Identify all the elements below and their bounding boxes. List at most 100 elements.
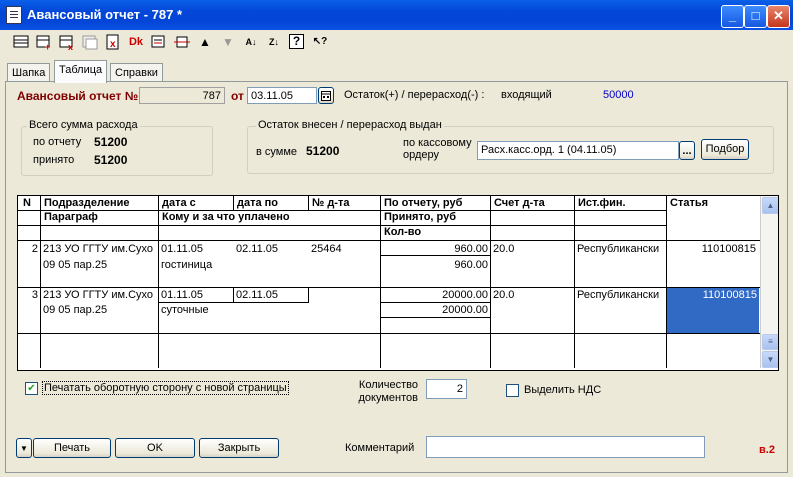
row-article[interactable]: 110100815 (667, 243, 758, 255)
row-paragraph[interactable]: 09 05 пар.25 (41, 304, 158, 316)
row-accepted[interactable]: 20000.00 (381, 304, 490, 316)
pointer-help-icon[interactable]: ↖? (312, 34, 328, 50)
row-doc-no[interactable]: 25464 (309, 243, 380, 255)
row-source[interactable]: Республикански (575, 243, 666, 255)
arrow-down-icon[interactable]: ▼ (220, 34, 236, 50)
tab-references[interactable]: Справки (110, 63, 163, 82)
sort-desc-icon[interactable]: Z↓ (266, 34, 282, 50)
version-label: в.2 (759, 444, 775, 456)
close-button[interactable]: ✕ (767, 5, 790, 28)
print-back-label[interactable]: Печатать оборотную сторону с новой стран… (42, 381, 289, 395)
header-account: Счет д-та (494, 197, 545, 209)
vat-checkbox[interactable] (506, 384, 519, 397)
print-back-checkbox[interactable]: ✔ (25, 382, 38, 395)
cash-order-field[interactable]: Расх.касс.орд. 1 (04.11.05) (477, 141, 679, 160)
order-label: по кассовому ордеру (403, 137, 472, 161)
totals-title: Всего сумма расхода (27, 119, 140, 131)
row-account[interactable]: 20.0 (491, 243, 574, 255)
svg-text:x: x (110, 39, 116, 50)
header-paragraph: Параграф (44, 211, 98, 223)
copy-row-icon[interactable] (82, 34, 98, 50)
new-row-icon[interactable] (13, 34, 29, 50)
close-form-button[interactable]: Закрыть (199, 438, 279, 458)
scroll-thumb[interactable]: ≡ (762, 334, 778, 350)
delete-row-icon[interactable]: x (59, 34, 75, 52)
settings-row-icon[interactable] (174, 34, 190, 50)
edit-row-icon[interactable] (151, 34, 167, 50)
row-number: 3 (31, 289, 38, 301)
row-whom[interactable]: суточные (159, 304, 380, 316)
minimize-button[interactable]: _ (721, 5, 744, 28)
header-qty: Кол-во (384, 226, 422, 238)
row-by-report[interactable]: 20000.00 (381, 289, 490, 301)
row-date-to[interactable]: 02.11.05 (234, 243, 308, 255)
header-source: Ист.фин. (578, 197, 626, 209)
row-date-to[interactable]: 02.11.05 (234, 289, 308, 301)
window-title: Авансовый отчет - 787 * (27, 7, 183, 22)
row-by-report[interactable]: 960.00 (381, 243, 490, 255)
docs-count-field[interactable]: 2 (426, 379, 467, 399)
print-button[interactable]: Печать (33, 438, 111, 458)
dk-icon[interactable]: Dk (128, 34, 144, 50)
row-accepted[interactable]: 960.00 (381, 259, 490, 271)
toolbar: + x x Dk ▲ ▼ A↓ Z↓ ? ↖? (4, 32, 404, 54)
cash-order-browse-button[interactable]: ... (679, 141, 695, 160)
chevron-down-icon: ▼ (20, 444, 28, 453)
docs-count-label: Количество документов (357, 379, 418, 405)
header-by-report: По отчету, руб (384, 197, 463, 209)
scroll-up-icon[interactable]: ▲ (762, 197, 778, 214)
from-label: от (231, 89, 244, 103)
print-dropdown-button[interactable]: ▼ (16, 438, 32, 458)
vat-label[interactable]: Выделить НДС (524, 384, 601, 396)
insert-row-icon[interactable]: + (36, 34, 52, 52)
ok-button[interactable]: OK (115, 438, 195, 458)
header-whom: Кому и за что уплачено (162, 211, 290, 223)
header-n: N (23, 197, 31, 209)
docs-count-label-line1: Количество (358, 379, 418, 391)
help-icon[interactable]: ? (289, 34, 304, 49)
tab-table[interactable]: Таблица (54, 60, 108, 83)
document-icon (6, 6, 22, 24)
header-division: Подразделение (44, 197, 130, 209)
row-source[interactable]: Республикански (575, 289, 666, 301)
delete-doc-icon[interactable]: x (105, 34, 121, 50)
calendar-icon (321, 91, 331, 101)
row-whom[interactable]: гостиница (159, 259, 380, 271)
row-account[interactable]: 20.0 (491, 289, 574, 301)
row-paragraph[interactable]: 09 05 пар.25 (41, 259, 158, 271)
svg-text:x: x (68, 42, 73, 50)
row-date-from[interactable]: 01.11.05 (159, 289, 233, 301)
accepted-value: 51200 (94, 153, 128, 167)
header-accepted: Принято, руб (384, 211, 457, 223)
row-division[interactable]: 213 УО ГГТУ им.Сухо (41, 289, 158, 301)
maximize-button[interactable]: □ (744, 5, 767, 28)
row-division[interactable]: 213 УО ГГТУ им.Сухо (41, 243, 158, 255)
arrow-up-icon[interactable]: ▲ (197, 34, 213, 50)
tab-header[interactable]: Шапка (7, 63, 51, 82)
report-number-field: 787 (139, 87, 225, 104)
incoming-value: 50000 (603, 89, 634, 101)
sum-label: в сумме (256, 146, 298, 158)
header-article: Статья (670, 197, 709, 209)
sort-asc-icon[interactable]: A↓ (243, 34, 259, 50)
select-button[interactable]: Подбор (701, 139, 749, 160)
row-article-selected[interactable]: 110100815 (667, 288, 759, 333)
comment-field[interactable] (426, 436, 705, 458)
calendar-button[interactable] (318, 87, 334, 104)
title-bar[interactable]: Авансовый отчет - 787 * _ □ ✕ (0, 0, 793, 30)
by-report-value: 51200 (94, 135, 128, 149)
scroll-down-icon[interactable]: ▼ (762, 351, 778, 368)
table-scrollbar[interactable]: ▲ ≡ ▼ (760, 196, 778, 368)
totals-group (21, 126, 213, 176)
report-number-label: Авансовый отчет № (17, 89, 139, 103)
header-doc-no: № д-та (312, 197, 350, 209)
header-date-to: дата по (237, 197, 279, 209)
expense-table[interactable]: N Подразделение Параграф дата с дата по … (17, 195, 779, 371)
by-report-label: по отчету (33, 136, 82, 148)
header-date-from: дата с (162, 197, 196, 209)
row-number: 2 (31, 243, 38, 255)
date-field[interactable]: 03.11.05 (247, 87, 317, 104)
balance-title: Остаток внесен / перерасход выдан (256, 119, 444, 131)
row-date-from[interactable]: 01.11.05 (159, 243, 233, 255)
accepted-label: принято (33, 154, 75, 166)
